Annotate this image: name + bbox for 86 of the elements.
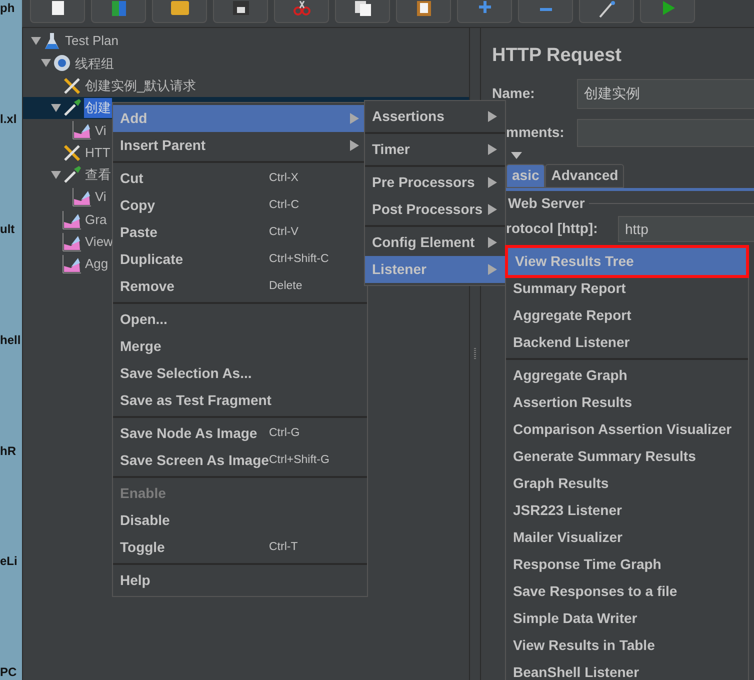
menu-item[interactable]: Save Selection As... [113, 360, 367, 387]
collapse-triangle-icon[interactable] [51, 170, 61, 179]
tree-item[interactable]: Test Plan [64, 31, 120, 51]
menu-item[interactable]: Config Element [365, 229, 505, 256]
tree-item[interactable]: Vi [94, 187, 108, 207]
toolbar-button[interactable] [30, 0, 85, 23]
menu-item[interactable]: Save Screen As ImageCtrl+Shift-G [113, 447, 367, 474]
desktop-icon-label: l.xl [0, 112, 18, 125]
tree-item[interactable]: HTT [84, 142, 112, 162]
menu-item[interactable]: Help [113, 567, 367, 594]
desktop-icon-label: ult [0, 223, 16, 236]
desktop-icon-label: PC [0, 666, 18, 678]
menu-item[interactable]: Toggle Ctrl-T [113, 534, 367, 561]
menu-item[interactable]: Merge [113, 333, 367, 360]
menu-item[interactable]: Summary Report [506, 275, 748, 302]
tree-item[interactable]: Vi [94, 120, 108, 140]
menu-item[interactable]: Simple Data Writer [506, 605, 748, 632]
graph-icon [62, 210, 82, 230]
menu-item[interactable]: Post Processors [365, 196, 505, 223]
name-field[interactable]: 创建实例 [577, 78, 754, 108]
pipette-icon [62, 98, 82, 118]
toolbar-button[interactable] [335, 0, 390, 23]
field-label: rotocol [http]: [506, 219, 599, 238]
menu-item[interactable]: Response Time Graph [506, 551, 748, 578]
menu-item[interactable]: JSR223 Listener [506, 497, 748, 524]
minus-icon [540, 8, 552, 11]
flask-icon [42, 31, 62, 52]
menu-item[interactable]: Assertions [365, 103, 505, 130]
menu-item[interactable]: Assertion Results [506, 389, 748, 416]
collapse-triangle-icon[interactable] [511, 152, 522, 158]
collapse-triangle-icon[interactable] [31, 37, 41, 46]
menu-item[interactable]: Duplicate Ctrl+Shift-C [113, 246, 367, 273]
comments-field[interactable] [577, 118, 754, 146]
splitter-grip-icon[interactable] [473, 348, 477, 360]
tree-item[interactable]: View [84, 232, 114, 252]
toolbar-button[interactable] [396, 0, 451, 23]
toolbar-button[interactable] [152, 0, 207, 23]
field-label: Name: [492, 84, 536, 103]
menu-item[interactable]: Open... [113, 306, 367, 333]
tree-item[interactable]: 查看 [84, 165, 112, 185]
desktop-icon-label: ph [0, 2, 16, 14]
toolbar-button[interactable] [579, 0, 634, 23]
tree-item[interactable]: 创建 [84, 98, 112, 118]
desktop-icon-label: hell [0, 334, 22, 346]
menu-item[interactable]: Cut Ctrl-X [113, 165, 367, 192]
menu-item[interactable]: Remove Delete [113, 273, 367, 300]
menu-item[interactable]: Disable [113, 507, 367, 534]
menu-item[interactable]: Timer [365, 136, 505, 163]
menu-item[interactable]: Copy Ctrl-C [113, 192, 367, 219]
collapse-triangle-icon[interactable] [41, 59, 51, 68]
menu-item[interactable]: BeanShell Listener [506, 659, 748, 680]
tree-item[interactable]: 创建实例_默认请求 [84, 76, 198, 96]
tree-item[interactable]: Gra [84, 210, 108, 230]
field-label: mments: [505, 123, 566, 142]
section-title: Web Server [508, 194, 585, 212]
desktop-icon-label: eLi [0, 555, 18, 568]
graph-icon [62, 232, 82, 252]
collapse-triangle-icon[interactable] [51, 104, 61, 112]
menu-item[interactable]: Save Node As Image Ctrl-G [113, 420, 367, 447]
desktop-icon-label: hR [0, 444, 17, 457]
scissors-icon [290, 0, 312, 18]
graph-icon [72, 187, 92, 208]
menu-item[interactable]: Paste Ctrl-V [113, 219, 367, 246]
menu-item[interactable]: Insert Parent [113, 132, 367, 159]
protocol-field[interactable]: http [618, 216, 754, 242]
toolbar-button[interactable] [213, 0, 268, 23]
menu-item[interactable]: Save Responses to a file [506, 578, 748, 605]
tools-icon [62, 142, 82, 163]
menu-item[interactable]: Graph Results [506, 470, 748, 497]
tree-item[interactable]: 线程组 [74, 54, 115, 74]
menu-item[interactable]: Save as Test Fragment [113, 387, 367, 414]
graph-icon [72, 120, 92, 140]
menu-item[interactable]: Backend Listener [506, 329, 748, 356]
menu-item[interactable]: Aggregate Report [506, 302, 748, 329]
panel-title: HTTP Request [492, 44, 623, 68]
menu-item[interactable]: View Results in Table [506, 632, 748, 659]
pipette-icon [62, 164, 82, 185]
tab[interactable]: Advanced [545, 164, 624, 188]
menu-item[interactable]: Mailer Visualizer [506, 524, 748, 551]
menu-item[interactable]: Pre Processors [365, 169, 505, 196]
menu-item[interactable]: Comparison Assertion Visualizer [506, 416, 748, 443]
graph-icon [62, 254, 82, 274]
menu-item[interactable]: Generate Summary Results [506, 443, 748, 470]
menu-item[interactable]: Aggregate Graph [506, 362, 748, 389]
tree-item[interactable]: Agg [84, 254, 110, 274]
tools-icon [62, 76, 82, 96]
